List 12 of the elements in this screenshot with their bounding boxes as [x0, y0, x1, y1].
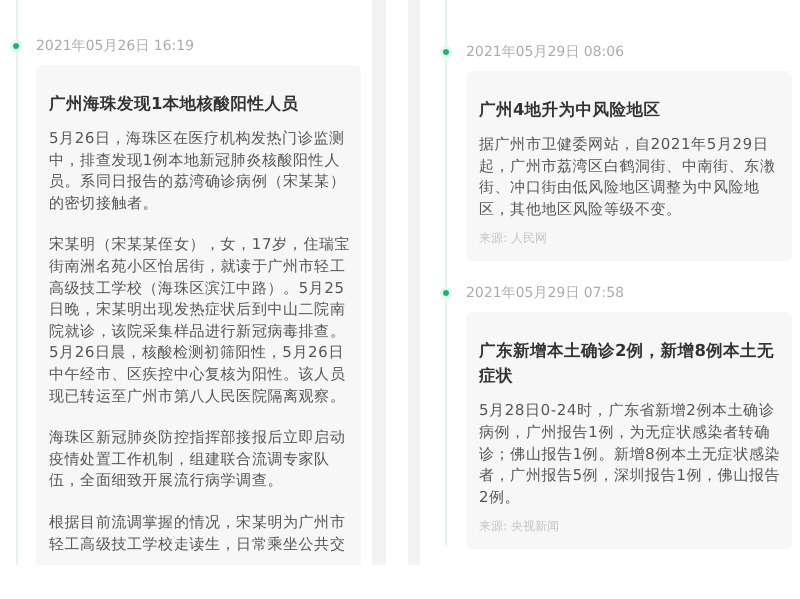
timestamp: 2021年05月29日 08:06	[466, 42, 624, 62]
news-paragraph: 5月26日，海珠区在医疗机构发热门诊监测中，排查发现1例本地新冠肺炎核酸阳性人员。系同日报告的荔湾确诊病例（宋某某）的密切接触者。	[49, 128, 346, 214]
news-paragraph: 据广州市卫健委网站，自2021年5月29日起，广州市荔湾区白鹤洞街、中南街、东漖街、冲口街由低风险地区调整为中风险地区，其他地区风险等级不变。	[479, 134, 776, 220]
timestamp: 2021年05月26日 16:19	[36, 36, 194, 56]
news-paragraph: 根据目前流调掌握的情况，宋某明为广州市轻工高级技工学校走读生，日常乘坐公共交	[49, 512, 346, 554]
news-title: 广东新增本土确诊2例，新增8例本土无症状	[479, 340, 775, 388]
news-title: 广州4地升为中风险地区	[479, 99, 662, 121]
news-paragraph: 宋某明（宋某某侄女），女，17岁，住瑞宝街南洲名苑小区怡居街，就读于广州市轻工高级技工学校（海珠区滨江中路）。5月25日晚，宋某明出现发热症状后到中山二院南院就诊，该院采集样品进行新冠病毒排查。5月26日晨，核酸检测初筛阳性，5月26日中午经市、区疾控中心复核为阳性。该人员现已转运至广州市第八人民医院隔离观察。	[49, 234, 352, 407]
timestamp: 2021年05月29日 07:58	[466, 284, 624, 303]
news-paragraph: 海珠区新冠肺炎防控指挥部接报后立即启动疫情处置工作机制，组建联合流调专家队伍，全面细致开展流行病学调查。	[49, 427, 346, 492]
news-title: 广州海珠发现1本地核酸阳性人员	[49, 93, 300, 115]
news-paragraph: 5月28日0-24时，广东省新增2例本土确诊病例，广州报告1例，为无症状感染者转确诊；佛山报告1例。新增8例本土无症状感染者，广州报告5例，深圳报告1例，佛山报告2例。	[479, 400, 782, 508]
